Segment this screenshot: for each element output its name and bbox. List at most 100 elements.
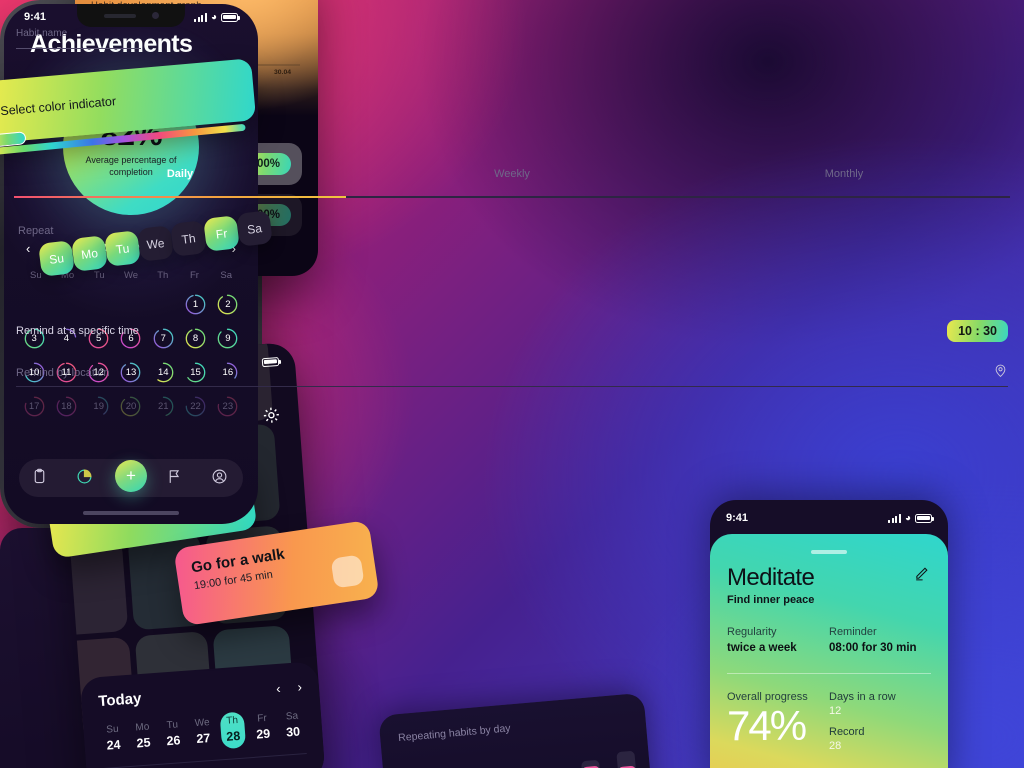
repeat-pill-tu[interactable]: Tu xyxy=(104,230,141,267)
battery-icon xyxy=(221,12,240,22)
chevron-right-icon[interactable]: › xyxy=(297,679,302,694)
bar-column xyxy=(580,759,604,768)
day-number: 17 xyxy=(28,400,40,412)
day-number: 7 xyxy=(160,332,166,344)
day-number: 9 xyxy=(225,332,231,344)
day-dow: We xyxy=(194,717,211,730)
repeat-pill-sa[interactable]: Sa xyxy=(236,210,273,247)
repeat-pill-th[interactable]: Th xyxy=(170,220,207,257)
tab-monthly[interactable]: Monthly xyxy=(678,168,1010,187)
status-time: 9:41 xyxy=(24,11,47,23)
divider xyxy=(16,386,1008,387)
sheet-grabber[interactable] xyxy=(811,550,847,554)
empty-check-icon[interactable] xyxy=(330,554,365,589)
day-number: 4 xyxy=(63,332,70,344)
today-heading: Today xyxy=(97,690,142,711)
tab-weekly[interactable]: Weekly xyxy=(346,168,678,187)
pencil-icon[interactable] xyxy=(914,564,931,586)
remind-time-value[interactable]: 10 : 30 xyxy=(947,320,1008,342)
day-cell[interactable]: Su 24 xyxy=(100,720,127,758)
day-number: 18 xyxy=(61,400,72,412)
day-number: 3 xyxy=(31,332,37,344)
flag-icon[interactable] xyxy=(166,468,186,488)
day-number: 21 xyxy=(157,400,169,412)
day-number: 28 xyxy=(225,728,241,744)
day-number: 20 xyxy=(125,400,137,412)
meditate-detail-sheet: Meditate Find inner peace Regularity twi… xyxy=(710,534,948,768)
calendar-day[interactable]: 23 xyxy=(212,391,244,421)
calendar-day[interactable]: 18 xyxy=(50,391,82,421)
habit-name-label[interactable]: Habit name xyxy=(16,28,67,39)
repeat-pill-fr[interactable]: Fr xyxy=(203,215,240,252)
day-number: 15 xyxy=(190,366,201,378)
calendar-day[interactable]: 20 xyxy=(115,391,147,421)
day-cell-selected[interactable]: Th 28 xyxy=(219,711,247,750)
reminder-block: Reminder 08:00 for 30 min xyxy=(829,626,931,654)
repeat-pill-su[interactable]: Su xyxy=(38,240,75,277)
day-number: 22 xyxy=(190,400,201,412)
day-number: 12 xyxy=(93,366,104,378)
x-tick-3004: 30.04 xyxy=(274,69,291,76)
habit-title: Meditate xyxy=(727,563,815,591)
day-number: 19 xyxy=(93,400,104,412)
day-number: 5 xyxy=(96,332,102,344)
frequency-tabs: Daily Weekly Monthly xyxy=(14,168,1010,187)
signal-icon xyxy=(888,513,901,523)
home-indicator xyxy=(83,511,179,515)
day-cell[interactable]: Fr 29 xyxy=(249,709,276,747)
calendar-day[interactable]: 17 xyxy=(18,391,50,421)
day-cell[interactable]: Tu 26 xyxy=(160,716,187,754)
color-indicator-label: Select color indicator xyxy=(0,94,117,119)
repeat-pill-mo[interactable]: Mo xyxy=(71,235,108,272)
chevron-left-icon[interactable]: ‹ xyxy=(276,681,281,696)
day-number: 25 xyxy=(136,735,151,751)
day-number: 26 xyxy=(166,733,181,749)
wifi-icon: ◕ xyxy=(210,11,217,23)
gear-icon[interactable] xyxy=(261,405,281,425)
plus-icon: + xyxy=(126,466,136,485)
calendar-day[interactable]: 1 xyxy=(179,289,211,319)
tab-daily[interactable]: Daily xyxy=(14,168,346,187)
chevron-left-icon[interactable]: ‹ xyxy=(26,241,30,256)
record-value: 28 xyxy=(829,739,842,752)
meditate-phone-mockup: 9:41 ◕ Meditate Find inner peace Regular… xyxy=(710,500,948,768)
calendar-day[interactable]: 21 xyxy=(147,391,179,421)
bar-column xyxy=(616,750,640,768)
divider xyxy=(727,672,931,674)
clipboard-icon[interactable] xyxy=(31,468,51,488)
reminder-value: 08:00 for 30 min xyxy=(829,641,917,654)
repeat-day-pills: Su Mo Tu We Th Fr Sa xyxy=(36,210,1016,277)
chart-title: Repeating habits by day xyxy=(397,722,512,745)
day-dow: Fr xyxy=(256,712,268,725)
overall-progress-block: Overall progress 74% xyxy=(727,691,829,752)
day-number: 11 xyxy=(61,366,72,378)
meditate-stats: Overall progress 74% Days in a row 12 Re… xyxy=(727,691,931,752)
day-number: 1 xyxy=(192,298,199,310)
repeat-pill-we[interactable]: We xyxy=(137,225,174,262)
overall-progress-value: 74% xyxy=(727,701,807,749)
calendar-grid: 1 2 3 4 5 6 7 8 9 10 11 12 13 14 15 16 17 18 19 20 21 22 23 xyxy=(4,289,258,421)
calendar-day[interactable]: 2 xyxy=(212,289,244,319)
day-cell[interactable]: Sa 30 xyxy=(279,707,306,745)
calendar-cell-empty xyxy=(50,289,82,319)
day-number: 6 xyxy=(128,332,134,344)
pie-chart-icon[interactable] xyxy=(76,468,96,488)
calendar-day[interactable]: 22 xyxy=(179,391,211,421)
habit-name-underline xyxy=(16,48,141,49)
overall-progress-label: Overall progress xyxy=(727,690,808,703)
today-header: Today ‹ › xyxy=(98,678,303,710)
profile-icon[interactable] xyxy=(211,468,231,488)
add-habit-button[interactable]: + xyxy=(115,460,147,492)
day-cell[interactable]: We 27 xyxy=(190,714,217,752)
day-cell[interactable]: Mo 25 xyxy=(130,718,157,756)
day-number: 24 xyxy=(106,737,122,753)
streak-value: 12 xyxy=(829,704,842,717)
calendar-cell-empty xyxy=(115,289,147,319)
day-number: 30 xyxy=(285,724,301,740)
location-pin-icon[interactable] xyxy=(993,363,1008,383)
design-canvas: Habit development graph 100 75 50 25 xyxy=(0,0,1024,768)
habit-subtitle: Find inner peace xyxy=(727,593,815,606)
calendar-cell-empty xyxy=(18,289,50,319)
calendar-day[interactable]: 19 xyxy=(83,391,115,421)
day-number: 2 xyxy=(225,298,231,310)
